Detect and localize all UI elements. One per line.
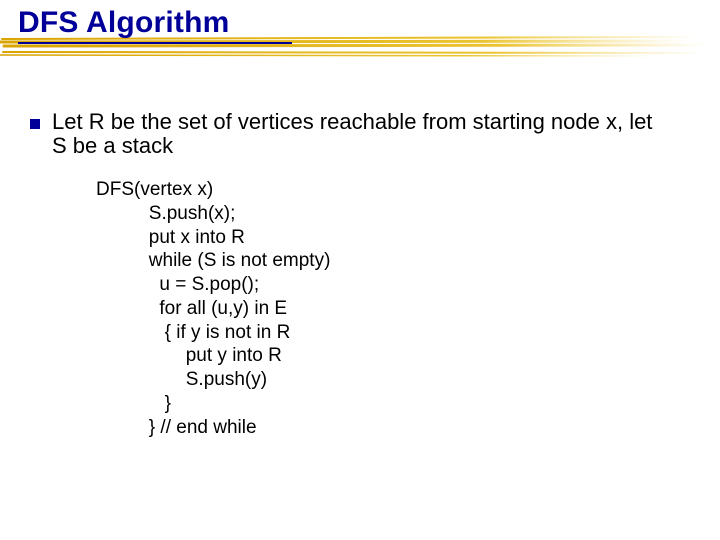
square-bullet-icon xyxy=(30,119,40,129)
title-underline xyxy=(18,42,292,44)
title-block: DFS Algorithm xyxy=(18,6,292,44)
slide: DFS Algorithm Let R be the set of vertic… xyxy=(0,0,720,540)
pseudocode-block: DFS(vertex x) S.push(x); put x into R wh… xyxy=(96,178,330,439)
bullet-item: Let R be the set of vertices reachable f… xyxy=(30,110,672,158)
slide-title: DFS Algorithm xyxy=(18,6,292,40)
bullet-text: Let R be the set of vertices reachable f… xyxy=(52,110,672,158)
